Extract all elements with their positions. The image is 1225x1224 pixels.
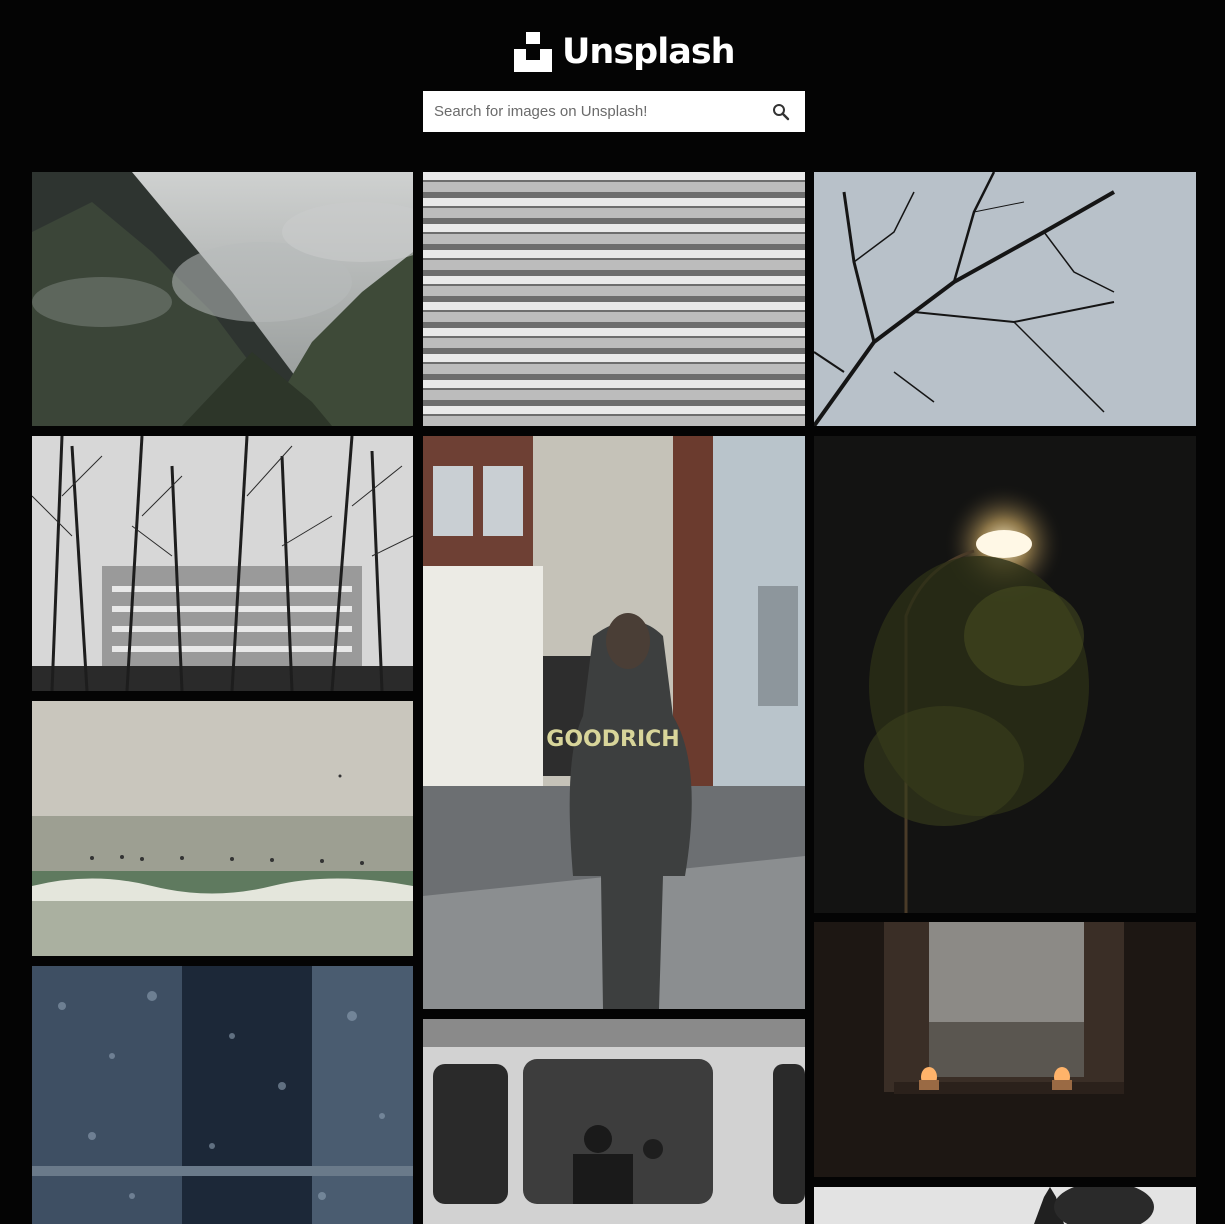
photo-bare-branches-sky[interactable] — [814, 172, 1196, 426]
unsplash-logo-icon — [514, 32, 552, 72]
photo-building-facade[interactable] — [423, 172, 805, 426]
photo-window-candles[interactable] — [814, 922, 1196, 1177]
search-bar — [423, 91, 805, 132]
photo-street-lamp-night[interactable] — [814, 436, 1196, 913]
search-icon[interactable] — [772, 103, 790, 121]
search-input[interactable] — [423, 91, 753, 132]
photo-rainy-window-blue[interactable] — [32, 966, 413, 1224]
photo-sea-waves-birds[interactable] — [32, 701, 413, 956]
logo-text: Unsplash — [562, 32, 736, 72]
photo-bus-window-bw[interactable] — [423, 1019, 805, 1224]
hoodie-print-text: GOODRICH — [546, 727, 679, 752]
photo-hooded-man-street[interactable]: GOODRICH — [423, 436, 805, 1009]
unsplash-page: Unsplash Search for images on Unsplash! … — [0, 0, 1225, 1224]
photo-misty-mountains[interactable] — [32, 172, 413, 426]
unsplash-logo[interactable]: Unsplash — [514, 28, 736, 76]
photo-trees-before-building[interactable] — [32, 436, 413, 691]
photo-tree-silhouette[interactable] — [814, 1187, 1196, 1224]
